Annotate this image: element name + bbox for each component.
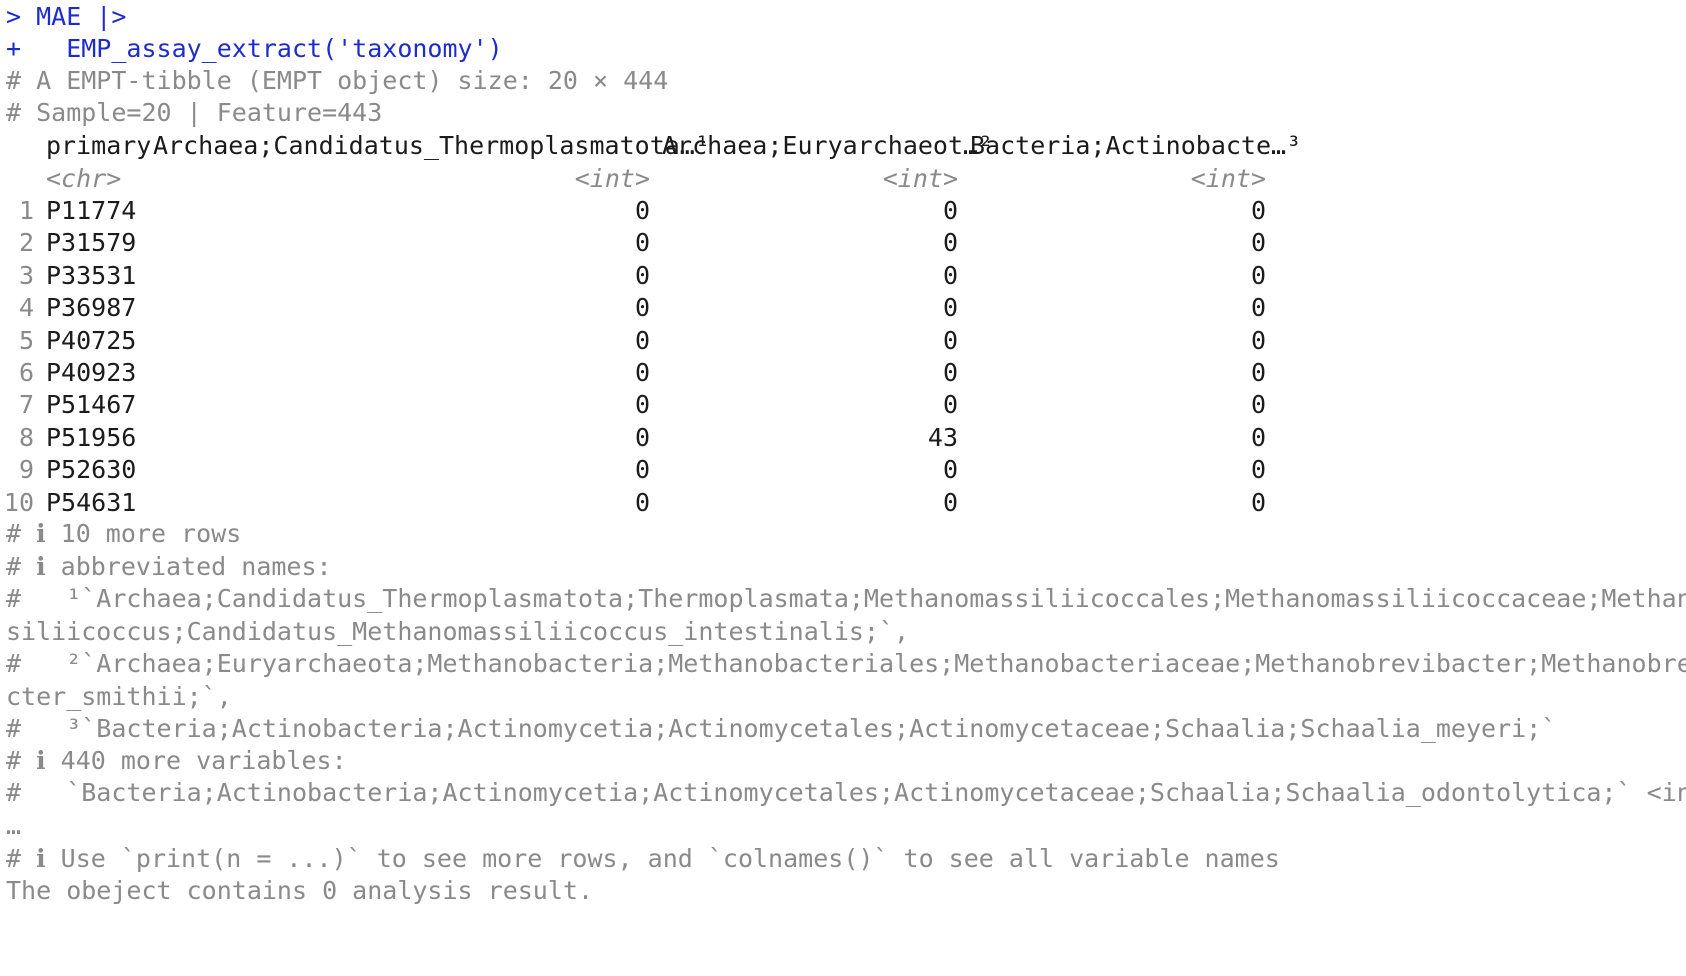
row-value-col3: 0 bbox=[1250, 228, 1266, 257]
ellipsis-line: … bbox=[6, 811, 22, 840]
row-value-col1: 0 bbox=[634, 326, 650, 355]
row-value-col2: 43 bbox=[927, 423, 958, 452]
print-hint-comment: # ℹ Use `print(n = ...)` to see more row… bbox=[6, 844, 1280, 873]
row-value-col2: 0 bbox=[942, 326, 958, 355]
analysis-result-message: The obeject contains 0 analysis result. bbox=[6, 876, 593, 905]
row-number: 3 bbox=[18, 261, 34, 290]
row-sample-id: P54631 bbox=[46, 488, 137, 517]
row-value-col2: 0 bbox=[942, 488, 958, 517]
abbreviated-name-1b: siliicoccus;Candidatus_Methanomassiliico… bbox=[6, 617, 910, 646]
column-type-1: <int> bbox=[574, 164, 650, 193]
abbreviated-name-2b: cter_smithii;`, bbox=[6, 682, 232, 711]
row-number: 10 bbox=[3, 488, 34, 517]
row-value-col1: 0 bbox=[634, 488, 650, 517]
tibble-size-comment: # A EMPT-tibble (EMPT object) size: 20 ×… bbox=[6, 66, 669, 95]
row-sample-id: P51956 bbox=[46, 423, 137, 452]
row-value-col1: 0 bbox=[634, 358, 650, 387]
column-type-2: <int> bbox=[882, 164, 958, 193]
row-sample-id: P40923 bbox=[46, 358, 137, 387]
row-value-col3: 0 bbox=[1250, 326, 1266, 355]
row-sample-id: P51467 bbox=[46, 390, 137, 419]
column-type-3: <int> bbox=[1190, 164, 1266, 193]
row-value-col1: 0 bbox=[634, 261, 650, 290]
more-variable-line: # `Bacteria;Actinobacteria;Actinomycetia… bbox=[6, 778, 1686, 807]
row-value-col2: 0 bbox=[942, 293, 958, 322]
row-value-col2: 0 bbox=[942, 228, 958, 257]
row-value-col1: 0 bbox=[634, 196, 650, 225]
console-command-line: + EMP_assay_extract('taxonomy') bbox=[6, 34, 503, 63]
row-value-col2: 0 bbox=[942, 196, 958, 225]
row-sample-id: P52630 bbox=[46, 455, 137, 484]
column-header-2: Archaea;Euryarchaeot…² bbox=[662, 131, 994, 160]
row-sample-id: P31579 bbox=[46, 228, 137, 257]
column-type-primary: <chr> bbox=[46, 164, 122, 193]
row-value-col3: 0 bbox=[1250, 455, 1266, 484]
row-value-col3: 0 bbox=[1250, 358, 1266, 387]
row-value-col3: 0 bbox=[1250, 261, 1266, 290]
row-number: 1 bbox=[18, 196, 34, 225]
row-value-col3: 0 bbox=[1250, 423, 1266, 452]
abbreviated-names-comment: # ℹ abbreviated names: bbox=[6, 552, 332, 581]
row-sample-id: P33531 bbox=[46, 261, 137, 290]
row-number: 9 bbox=[18, 455, 34, 484]
row-value-col3: 0 bbox=[1250, 293, 1266, 322]
column-header-3: Bacteria;Actinobacte…³ bbox=[970, 131, 1302, 160]
row-sample-id: P40725 bbox=[46, 326, 137, 355]
column-header-primary: primary bbox=[46, 131, 152, 160]
row-number: 8 bbox=[18, 423, 34, 452]
row-value-col1: 0 bbox=[634, 455, 650, 484]
row-sample-id: P11774 bbox=[46, 196, 137, 225]
row-value-col2: 0 bbox=[942, 390, 958, 419]
more-rows-comment: # ℹ 10 more rows bbox=[6, 519, 242, 548]
row-value-col1: 0 bbox=[634, 293, 650, 322]
row-value-col3: 0 bbox=[1250, 390, 1266, 419]
row-value-col2: 0 bbox=[942, 261, 958, 290]
row-sample-id: P36987 bbox=[46, 293, 137, 322]
row-number: 7 bbox=[18, 390, 34, 419]
row-value-col2: 0 bbox=[942, 455, 958, 484]
abbreviated-name-1a: # ¹`Archaea;Candidatus_Thermoplasmatota;… bbox=[6, 584, 1686, 613]
row-number: 6 bbox=[18, 358, 34, 387]
abbreviated-name-3: # ³`Bacteria;Actinobacteria;Actinomyceti… bbox=[6, 714, 1557, 743]
row-number: 4 bbox=[18, 293, 34, 322]
sample-feature-comment: # Sample=20 | Feature=443 bbox=[6, 98, 383, 127]
row-value-col3: 0 bbox=[1250, 196, 1266, 225]
row-number: 2 bbox=[18, 228, 34, 257]
row-number: 5 bbox=[18, 326, 34, 355]
abbreviated-name-2a: # ²`Archaea;Euryarchaeota;Methanobacteri… bbox=[6, 649, 1686, 678]
row-value-col1: 0 bbox=[634, 228, 650, 257]
row-value-col1: 0 bbox=[634, 390, 650, 419]
row-value-col3: 0 bbox=[1250, 488, 1266, 517]
row-value-col2: 0 bbox=[942, 358, 958, 387]
more-variables-comment: # ℹ 440 more variables: bbox=[6, 746, 347, 775]
console-prompt-line: > MAE |> bbox=[6, 2, 127, 31]
column-header-1: Archaea;Candidatus_Thermoplasmatota…¹ bbox=[153, 131, 710, 160]
row-value-col1: 0 bbox=[634, 423, 650, 452]
